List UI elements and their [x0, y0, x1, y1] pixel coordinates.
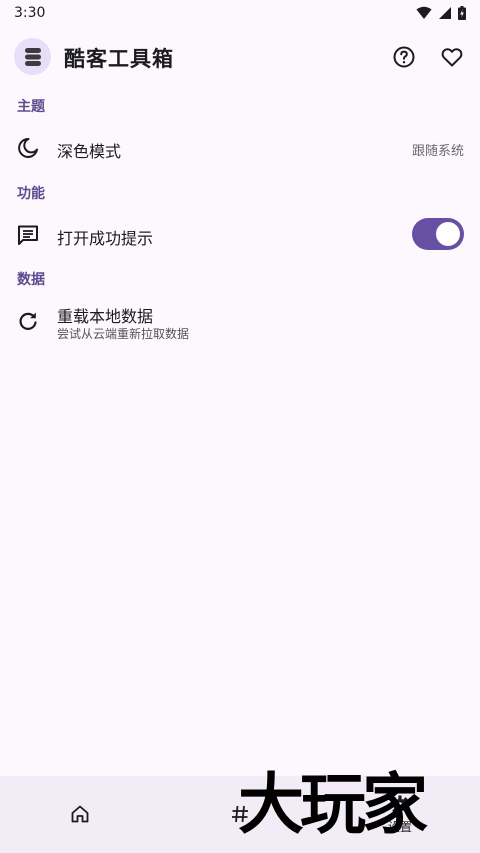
- open-tip-label: 打开成功提示: [57, 229, 154, 248]
- nav-item-home[interactable]: [0, 776, 160, 853]
- battery-icon: [458, 6, 466, 20]
- home-icon: [71, 805, 89, 822]
- status-time: 3:30: [14, 5, 46, 21]
- section-title-data: 数据: [17, 272, 45, 288]
- reload-data-label: 重载本地数据: [57, 307, 154, 326]
- watermark-text: 大玩家: [238, 766, 428, 843]
- heart-icon: [441, 48, 463, 67]
- app-title: 酷客工具箱: [64, 47, 174, 71]
- toggle-knob: [436, 222, 460, 246]
- wifi-icon: [416, 6, 432, 19]
- dark-mode-label: 深色模式: [57, 142, 122, 161]
- moon-icon: [16, 136, 40, 160]
- status-bar: 3:30: [0, 0, 480, 26]
- app-bar: 酷客工具箱: [0, 34, 480, 80]
- setting-row-open-tip[interactable]: 打开成功提示: [0, 212, 480, 258]
- signal-icon: [439, 7, 451, 19]
- app-logo: [14, 38, 51, 75]
- setting-row-dark-mode[interactable]: 深色模式 跟随系统: [0, 125, 480, 171]
- status-icons: [416, 6, 466, 20]
- message-icon: [16, 223, 40, 247]
- section-title-theme: 主题: [17, 99, 45, 115]
- help-button[interactable]: [389, 42, 419, 72]
- reload-data-subtitle: 尝试从云端重新拉取数据: [57, 327, 190, 341]
- section-title-function: 功能: [17, 186, 45, 202]
- open-tip-toggle[interactable]: [412, 218, 464, 250]
- favorite-button[interactable]: [437, 42, 467, 72]
- setting-row-reload-data[interactable]: 重载本地数据 尝试从云端重新拉取数据: [0, 298, 480, 346]
- dark-mode-value: 跟随系统: [411, 144, 464, 159]
- stack-icon: [24, 47, 41, 66]
- help-icon: [393, 46, 415, 68]
- refresh-icon: [16, 309, 40, 333]
